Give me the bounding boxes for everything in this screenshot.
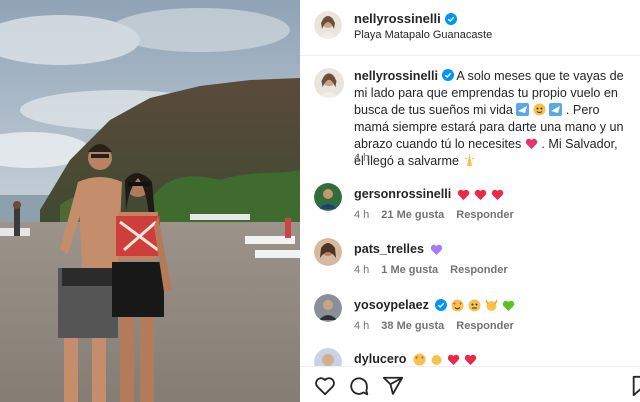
- comment-body: dylucero: [354, 352, 477, 366]
- red-heart-emoji-icon: [475, 189, 487, 200]
- post-panel: nellyrossinelli Playa Matapalo Guanacast…: [300, 0, 640, 402]
- comment-body: pats_trelles: [354, 242, 443, 256]
- post-location[interactable]: Playa Matapalo Guanacaste: [354, 29, 492, 41]
- red-heart-emoji-icon: [464, 354, 476, 365]
- purple-heart-emoji-icon: [430, 244, 443, 255]
- share-button[interactable]: [382, 375, 404, 397]
- comment-meta: 4 h 21 Me gusta Responder: [354, 209, 514, 221]
- caption-username[interactable]: nellyrossinelli: [354, 69, 438, 83]
- praying-emoji-icon: [464, 154, 474, 166]
- red-heart-emoji-icon: [458, 189, 470, 200]
- comment-icon: [350, 377, 369, 396]
- comment-item: pats_trelles 4 h 1 Me gusta Responder: [300, 238, 640, 292]
- heart-eyes-emoji-icon: [451, 299, 464, 311]
- caption-timestamp: 4 h: [354, 152, 370, 164]
- reply-button[interactable]: Responder: [450, 264, 507, 276]
- comment-likes[interactable]: 38 Me gusta: [381, 320, 444, 332]
- author-username[interactable]: nellyrossinelli: [354, 11, 441, 26]
- verified-badge-icon: [441, 69, 454, 81]
- comment-body: gersonrossinelli: [354, 187, 504, 201]
- commenter-avatar[interactable]: [314, 238, 342, 266]
- like-button[interactable]: [314, 375, 336, 397]
- comment-item: gersonrossinelli 4 h 21 Me gusta Respond…: [300, 183, 640, 237]
- airplane-emoji-icon: [549, 103, 563, 116]
- save-button[interactable]: [630, 375, 640, 397]
- comment-username[interactable]: pats_trelles: [354, 242, 424, 256]
- author-username-row: nellyrossinelli: [354, 11, 457, 26]
- comment-meta: 4 h 38 Me gusta Responder: [354, 320, 514, 332]
- comment-button[interactable]: [348, 375, 370, 397]
- comment-timestamp: 4 h: [354, 264, 370, 276]
- heart-eyes-emoji-icon: [413, 353, 425, 365]
- beach-photo: [0, 0, 300, 402]
- share-icon: [382, 376, 404, 395]
- comment-likes[interactable]: 21 Me gusta: [381, 209, 444, 221]
- comment-item: yosoypelaez 4 h 38 Me gusta Responder: [300, 294, 640, 348]
- red-heart-emoji-icon: [447, 354, 459, 365]
- commenter-avatar[interactable]: [314, 294, 342, 322]
- commenter-avatar[interactable]: [314, 183, 342, 211]
- face-emoji-icon: [468, 299, 481, 311]
- reply-button[interactable]: Responder: [456, 320, 513, 332]
- verified-badge-icon: [444, 12, 457, 25]
- red-heart-emoji-icon: [492, 189, 504, 200]
- comment-meta: 4 h 1 Me gusta Responder: [354, 264, 508, 276]
- reply-button[interactable]: Responder: [456, 209, 513, 221]
- airplane-emoji-icon: [516, 103, 530, 116]
- save-icon: [632, 375, 640, 397]
- verified-badge-icon: [434, 299, 447, 311]
- green-heart-emoji-icon: [502, 300, 515, 311]
- comment-username[interactable]: dylucero: [354, 352, 407, 366]
- post-action-bar: [300, 366, 640, 402]
- comment-username[interactable]: yosoypelaez: [354, 298, 429, 312]
- comment-timestamp: 4 h: [354, 209, 370, 221]
- author-avatar[interactable]: [314, 11, 342, 39]
- praise-emoji-icon: [431, 354, 441, 365]
- comment-timestamp: 4 h: [354, 320, 370, 332]
- praise-emoji-icon: [485, 299, 498, 311]
- post-photo[interactable]: [0, 0, 300, 402]
- comment-body: yosoypelaez: [354, 298, 515, 312]
- post-caption: nellyrossinelli A solo meses que te vaya…: [354, 68, 624, 170]
- heart-icon: [315, 377, 335, 396]
- heart-emoji-icon: [525, 138, 538, 149]
- post-header: nellyrossinelli Playa Matapalo Guanacast…: [300, 0, 640, 56]
- face-emoji-icon: [533, 103, 546, 116]
- comment-username[interactable]: gersonrossinelli: [354, 187, 451, 201]
- caption-author-avatar[interactable]: [314, 68, 344, 98]
- comment-likes[interactable]: 1 Me gusta: [381, 264, 438, 276]
